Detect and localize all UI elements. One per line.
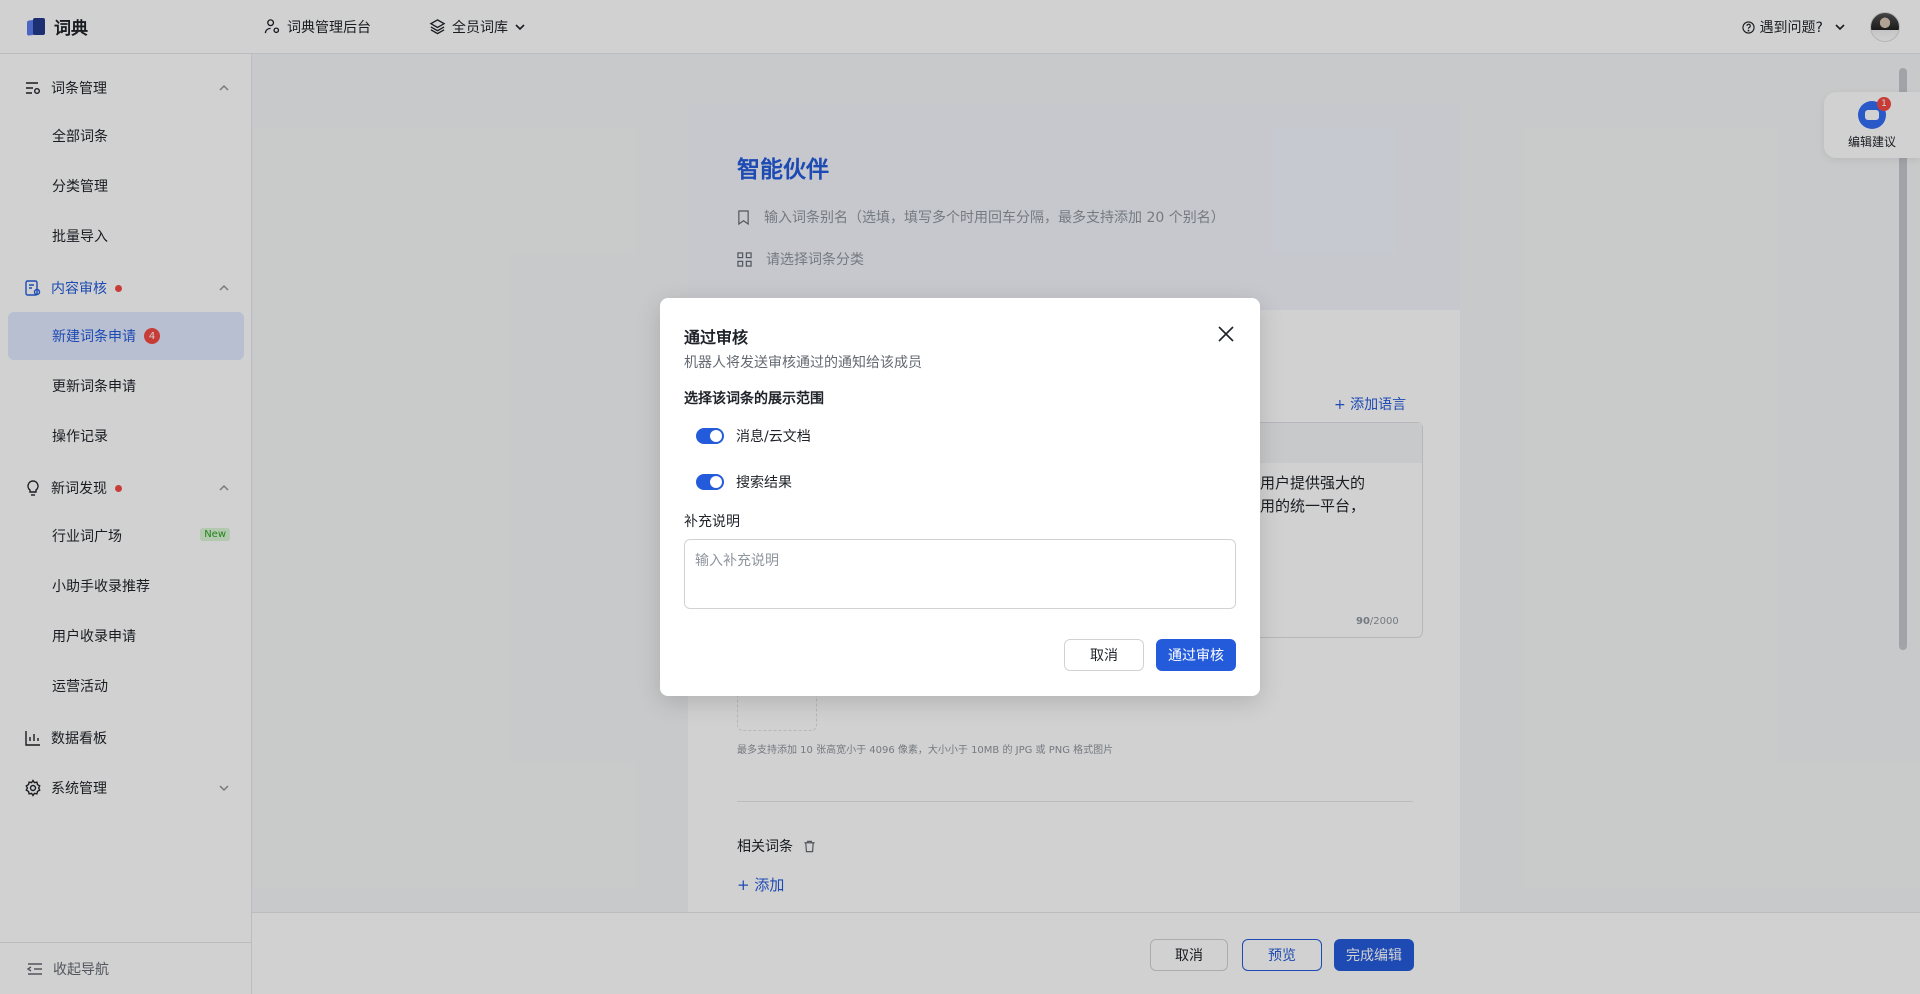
toggle-row-messages: 消息/云文档 [696,426,811,446]
note-label: 补充说明 [684,514,740,530]
dialog-cancel-button[interactable]: 取消 [1064,639,1144,671]
note-textarea[interactable] [684,539,1236,609]
toggle-row-search: 搜索结果 [696,472,792,492]
dialog-title: 通过审核 [684,328,749,347]
dialog-subtitle: 机器人将发送审核通过的通知给该成员 [684,355,922,371]
toggle-label: 搜索结果 [736,475,792,491]
close-icon[interactable] [1216,324,1236,344]
approve-button[interactable]: 通过审核 [1156,639,1236,671]
messages-toggle[interactable] [696,428,724,444]
approve-dialog: 通过审核 机器人将发送审核通过的通知给该成员 选择该词条的展示范围 消息/云文档… [660,298,1260,696]
toggle-label: 消息/云文档 [736,429,811,445]
search-results-toggle[interactable] [696,474,724,490]
scope-section-title: 选择该词条的展示范围 [684,391,824,407]
